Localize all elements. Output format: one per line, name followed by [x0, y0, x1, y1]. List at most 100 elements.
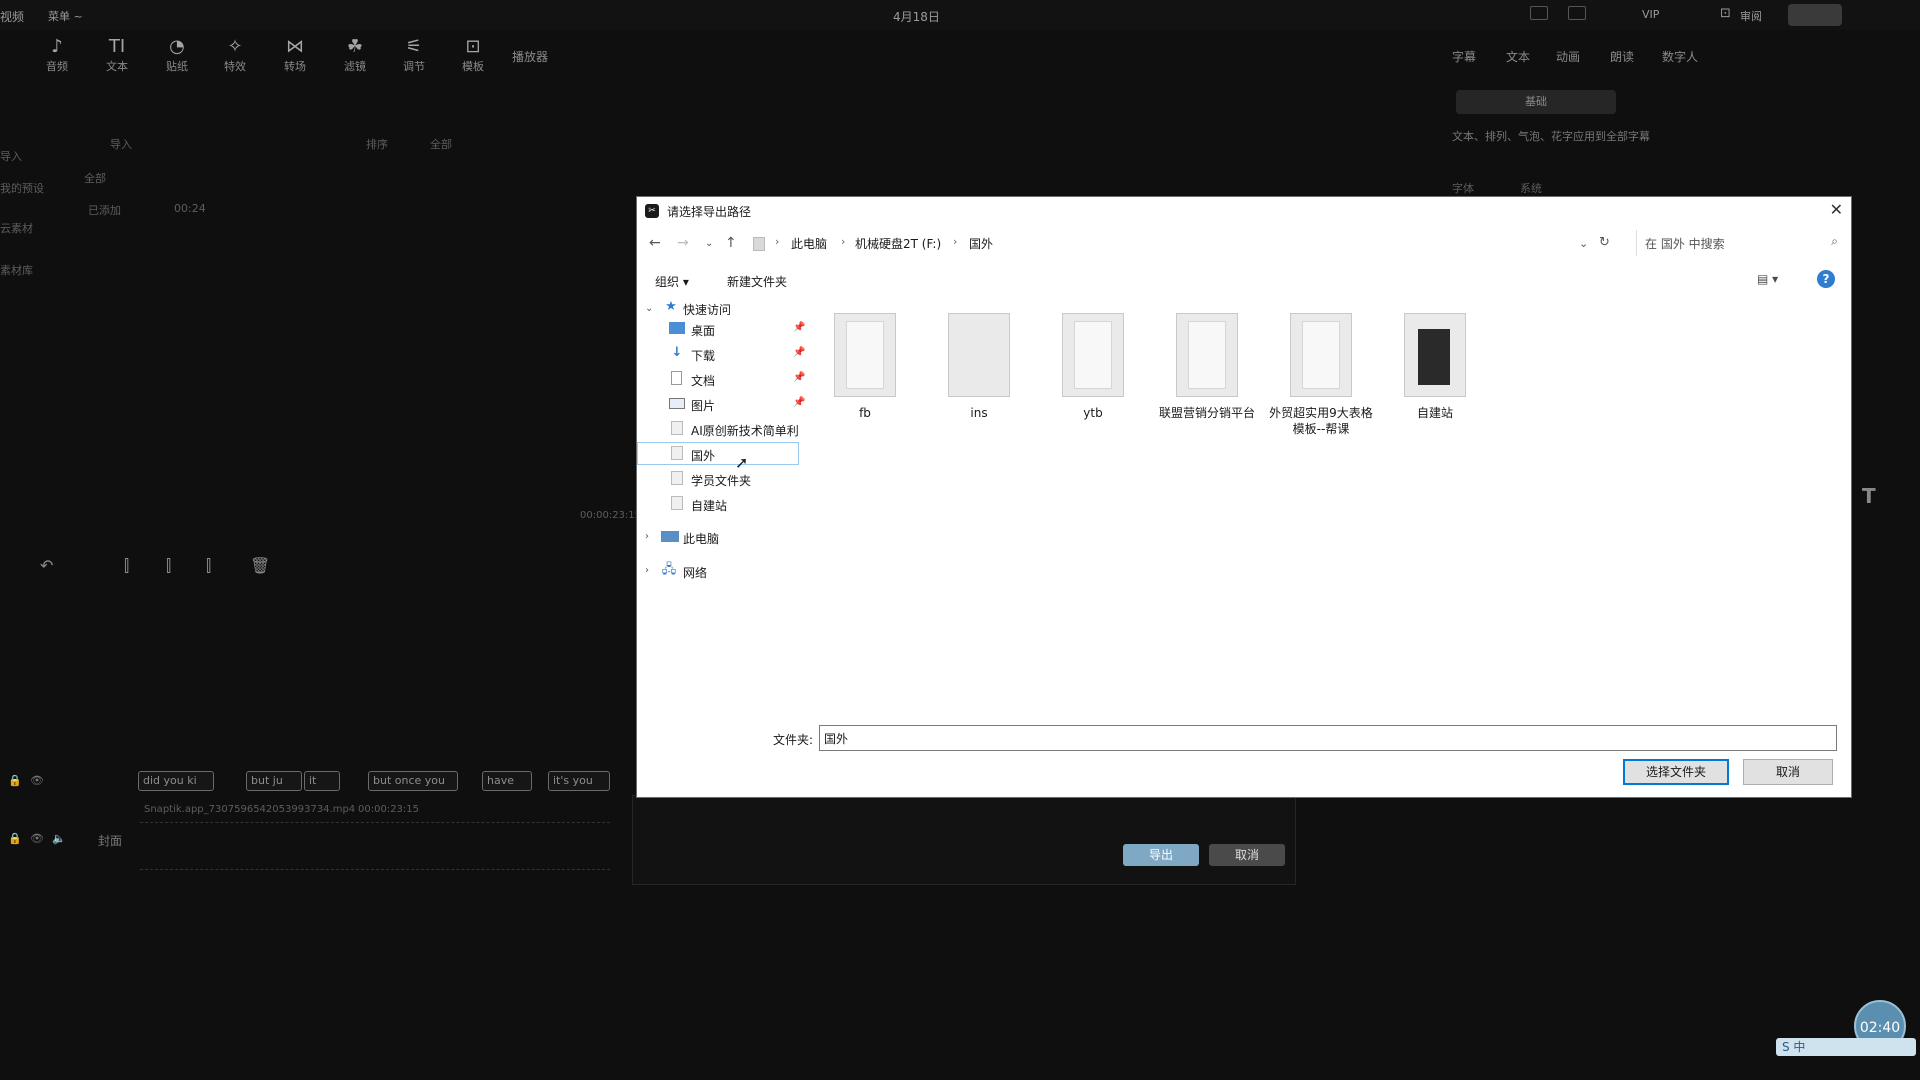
select-folder-button[interactable]: 选择文件夹 — [1623, 759, 1729, 785]
pin-icon[interactable]: 📌 — [793, 372, 805, 383]
breadcrumb-separator[interactable]: › — [775, 235, 779, 248]
apply-all-option[interactable]: 文本、排列、气泡、花字应用到全部字幕 — [1452, 128, 1650, 144]
subtitle-clip[interactable]: it's you — [548, 771, 610, 791]
tool-audio[interactable]: ♪ 音频 — [32, 36, 82, 74]
text-tool-icon[interactable]: T — [1862, 484, 1876, 508]
cover-button[interactable]: 封面 — [98, 832, 122, 849]
subtitle-clip[interactable]: but once you — [368, 771, 458, 791]
address-dropdown-icon[interactable]: ⌄ — [1579, 237, 1588, 250]
sidebar-material-library[interactable]: 素材库 — [0, 262, 33, 278]
recent-locations-icon[interactable]: ⌄ — [705, 238, 713, 249]
folder-item-templates[interactable]: 外贸超实用9大表格模板--帮课 — [1269, 313, 1373, 437]
breadcrumb-this-pc[interactable]: 此电脑 — [791, 235, 827, 252]
eye-icon[interactable]: 👁 — [30, 774, 44, 787]
lock-icon[interactable]: 🔒 — [8, 832, 22, 845]
refresh-icon[interactable]: ↻ — [1599, 235, 1610, 250]
shortcut-icon[interactable] — [1568, 6, 1586, 20]
tool-adjust[interactable]: ⚟ 调节 — [389, 36, 439, 74]
export-top-button[interactable] — [1788, 4, 1842, 26]
app-menu-left[interactable]: 视频 — [0, 8, 24, 25]
search-box[interactable]: 在 国外 中搜索 ⌕ — [1636, 230, 1844, 256]
export-button[interactable]: 导出 — [1123, 844, 1199, 866]
nav-item-student-folder[interactable]: 学员文件夹 — [669, 468, 809, 490]
back-arrow-icon[interactable]: ← — [649, 235, 661, 251]
nav-item-guowai-selected[interactable]: 国外 — [637, 442, 799, 465]
tool-filter[interactable]: ☘ 滤镜 — [330, 36, 380, 74]
nav-item-documents[interactable]: 文档 📌 — [669, 368, 809, 390]
nav-this-pc[interactable]: 此电脑 — [661, 526, 781, 548]
folder-item-ins[interactable]: ins — [927, 313, 1031, 421]
tool-transition[interactable]: ⋈ 转场 — [270, 36, 320, 74]
filter-all-button[interactable]: 全部 — [430, 136, 452, 152]
trim-left-icon[interactable]: ⫿ — [166, 556, 171, 576]
audio-mute-icon[interactable]: 🔈 — [52, 832, 66, 845]
tab-digital-human[interactable]: 数字人 — [1662, 48, 1698, 65]
nav-item-downloads[interactable]: ↓ 下载 📌 — [669, 343, 809, 365]
tab-animation[interactable]: 动画 — [1556, 48, 1580, 65]
help-icon[interactable]: ? — [1817, 270, 1835, 288]
folder-item-self-built-site[interactable]: 自建站 — [1383, 313, 1487, 421]
nav-item-self-built-site[interactable]: 自建站 — [669, 493, 809, 515]
tool-sticker[interactable]: ◔ 贴纸 — [152, 36, 202, 74]
folder-name-input[interactable] — [819, 725, 1837, 751]
forward-arrow-icon[interactable]: → — [677, 235, 689, 251]
review-icon[interactable]: ⊡ — [1720, 6, 1731, 21]
folder-item-affiliate[interactable]: 联盟营销分销平台 — [1155, 313, 1259, 421]
split-icon[interactable]: ⫿ — [124, 556, 129, 576]
pin-icon[interactable]: 📌 — [793, 322, 805, 333]
preset-basic-tab[interactable]: 基础 — [1456, 90, 1616, 114]
vip-badge[interactable]: VIP — [1642, 8, 1659, 21]
ime-toolbar[interactable]: S 中 — [1776, 1038, 1916, 1056]
tool-template[interactable]: ⊡ 模板 — [448, 36, 498, 74]
chevron-right-icon[interactable]: › — [645, 565, 649, 576]
breadcrumb-separator[interactable]: › — [953, 235, 957, 248]
pin-icon[interactable]: 📌 — [793, 347, 805, 358]
font-select[interactable]: 系统 — [1520, 180, 1542, 196]
breadcrumb-current-folder[interactable]: 国外 — [969, 235, 993, 252]
nav-item-desktop[interactable]: 桌面 📌 — [669, 318, 809, 340]
sidebar-cloud-material[interactable]: 云素材 — [0, 220, 33, 236]
sidebar-my-presets[interactable]: 我的预设 — [0, 180, 44, 196]
subtitle-clip[interactable]: it — [304, 771, 340, 791]
nav-item-pictures[interactable]: 图片 📌 — [669, 393, 809, 415]
lock-icon[interactable]: 🔒 — [8, 774, 22, 787]
tab-subtitles[interactable]: 字幕 — [1452, 48, 1476, 65]
eye-icon[interactable]: 👁 — [30, 832, 44, 845]
tool-text[interactable]: TI 文本 — [92, 36, 142, 74]
video-track[interactable] — [140, 822, 610, 870]
chevron-right-icon[interactable]: › — [645, 531, 649, 542]
undo-icon[interactable]: ↶ — [40, 556, 53, 575]
organize-menu[interactable]: 组织 ▾ — [655, 273, 689, 290]
subtitle-clip[interactable]: have — [482, 771, 532, 791]
subtitle-clip[interactable]: but ju — [246, 771, 302, 791]
tool-effects[interactable]: ✧ 特效 — [210, 36, 260, 74]
breadcrumb-separator[interactable]: › — [841, 235, 845, 248]
import-button[interactable]: 导入 — [110, 136, 132, 152]
tab-text[interactable]: 文本 — [1506, 48, 1530, 65]
export-cancel-button[interactable]: 取消 — [1209, 844, 1285, 866]
dialog-title: 请选择导出路径 — [667, 205, 752, 219]
subtitle-clip[interactable]: did you ki — [138, 771, 214, 791]
new-folder-button[interactable]: 新建文件夹 — [727, 273, 787, 290]
folder-item-ytb[interactable]: ytb — [1041, 313, 1145, 421]
menu-dropdown[interactable]: 菜单 ~ — [48, 8, 83, 24]
tab-read-aloud[interactable]: 朗读 — [1610, 48, 1634, 65]
up-arrow-icon[interactable]: ↑ — [725, 235, 737, 251]
pin-icon[interactable]: 📌 — [793, 397, 805, 408]
chevron-down-icon[interactable]: ⌄ — [645, 303, 653, 314]
nav-network[interactable]: 🖧 网络 — [661, 560, 781, 582]
search-input[interactable]: 在 国外 中搜索 — [1645, 235, 1725, 252]
layout-icon[interactable] — [1530, 6, 1548, 20]
folder-item-fb[interactable]: fb — [813, 313, 917, 421]
trim-right-icon[interactable]: ⫿ — [206, 556, 211, 576]
sidebar-import[interactable]: 导入 — [0, 148, 22, 164]
view-options-icon[interactable]: ▤ ▾ — [1757, 272, 1778, 286]
breadcrumb-drive[interactable]: 机械硬盘2T (F:) — [855, 235, 941, 252]
nav-item-ai-folder[interactable]: AI原创新技术简单利 — [669, 418, 809, 440]
cancel-button[interactable]: 取消 — [1743, 759, 1833, 785]
sort-button[interactable]: 排序 — [366, 136, 388, 152]
nav-quick-access[interactable]: ★ 快速访问 — [663, 297, 803, 319]
delete-icon[interactable]: 🗑 — [250, 556, 270, 575]
close-icon[interactable]: ✕ — [1830, 200, 1843, 219]
review-button[interactable]: 审阅 — [1740, 8, 1762, 24]
